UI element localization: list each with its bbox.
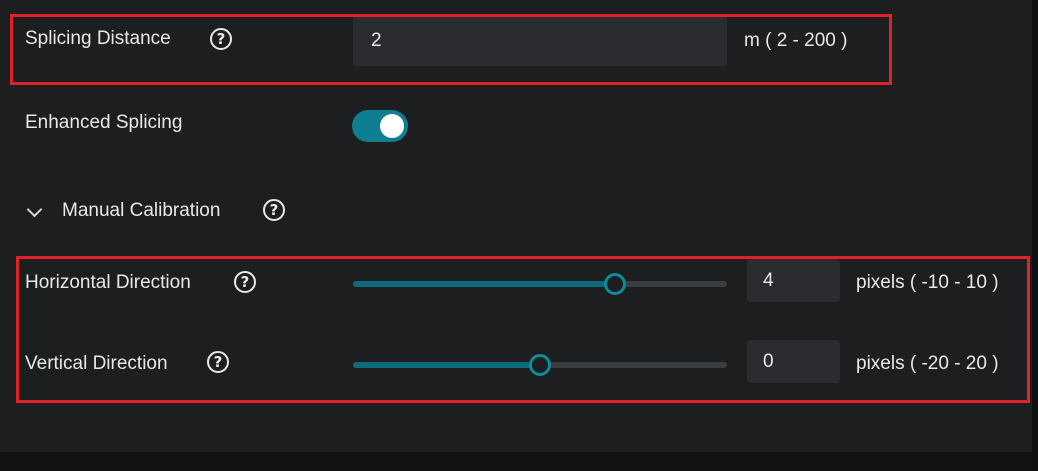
slider-thumb[interactable] [529,354,551,376]
slider-fill [353,362,540,368]
horizontal-direction-label: Horizontal Direction [25,272,191,293]
vertical-direction-input[interactable]: 0 [747,340,840,383]
splicing-distance-unit: m ( 2 - 200 ) [744,30,848,51]
vertical-direction-unit: pixels ( -20 - 20 ) [856,353,999,374]
vertical-direction-help-icon[interactable]: ? [207,351,229,373]
chevron-down-icon[interactable] [26,201,43,218]
vertical-direction-label: Vertical Direction [25,353,168,374]
manual-calibration-label[interactable]: Manual Calibration [62,200,220,222]
horizontal-direction-slider[interactable] [353,273,727,295]
manual-calibration-help-icon[interactable]: ? [263,199,285,221]
slider-thumb[interactable] [603,273,626,295]
splicing-distance-input[interactable]: 2 [353,16,727,66]
horizontal-direction-unit: pixels ( -10 - 10 ) [856,272,999,293]
enhanced-splicing-toggle[interactable] [352,110,408,142]
vertical-direction-slider[interactable] [353,354,727,376]
splicing-distance-label: Splicing Distance [25,28,171,49]
window-edge [1032,0,1038,471]
enhanced-splicing-label: Enhanced Splicing [25,112,183,133]
horizontal-direction-help-icon[interactable]: ? [234,271,256,293]
splicing-distance-help-icon[interactable]: ? [210,28,232,50]
horizontal-direction-input[interactable]: 4 [747,259,840,302]
toggle-knob [380,114,404,138]
settings-panel: Splicing Distance ? 2 m ( 2 - 200 ) Enha… [0,0,1032,452]
slider-fill [353,281,615,287]
